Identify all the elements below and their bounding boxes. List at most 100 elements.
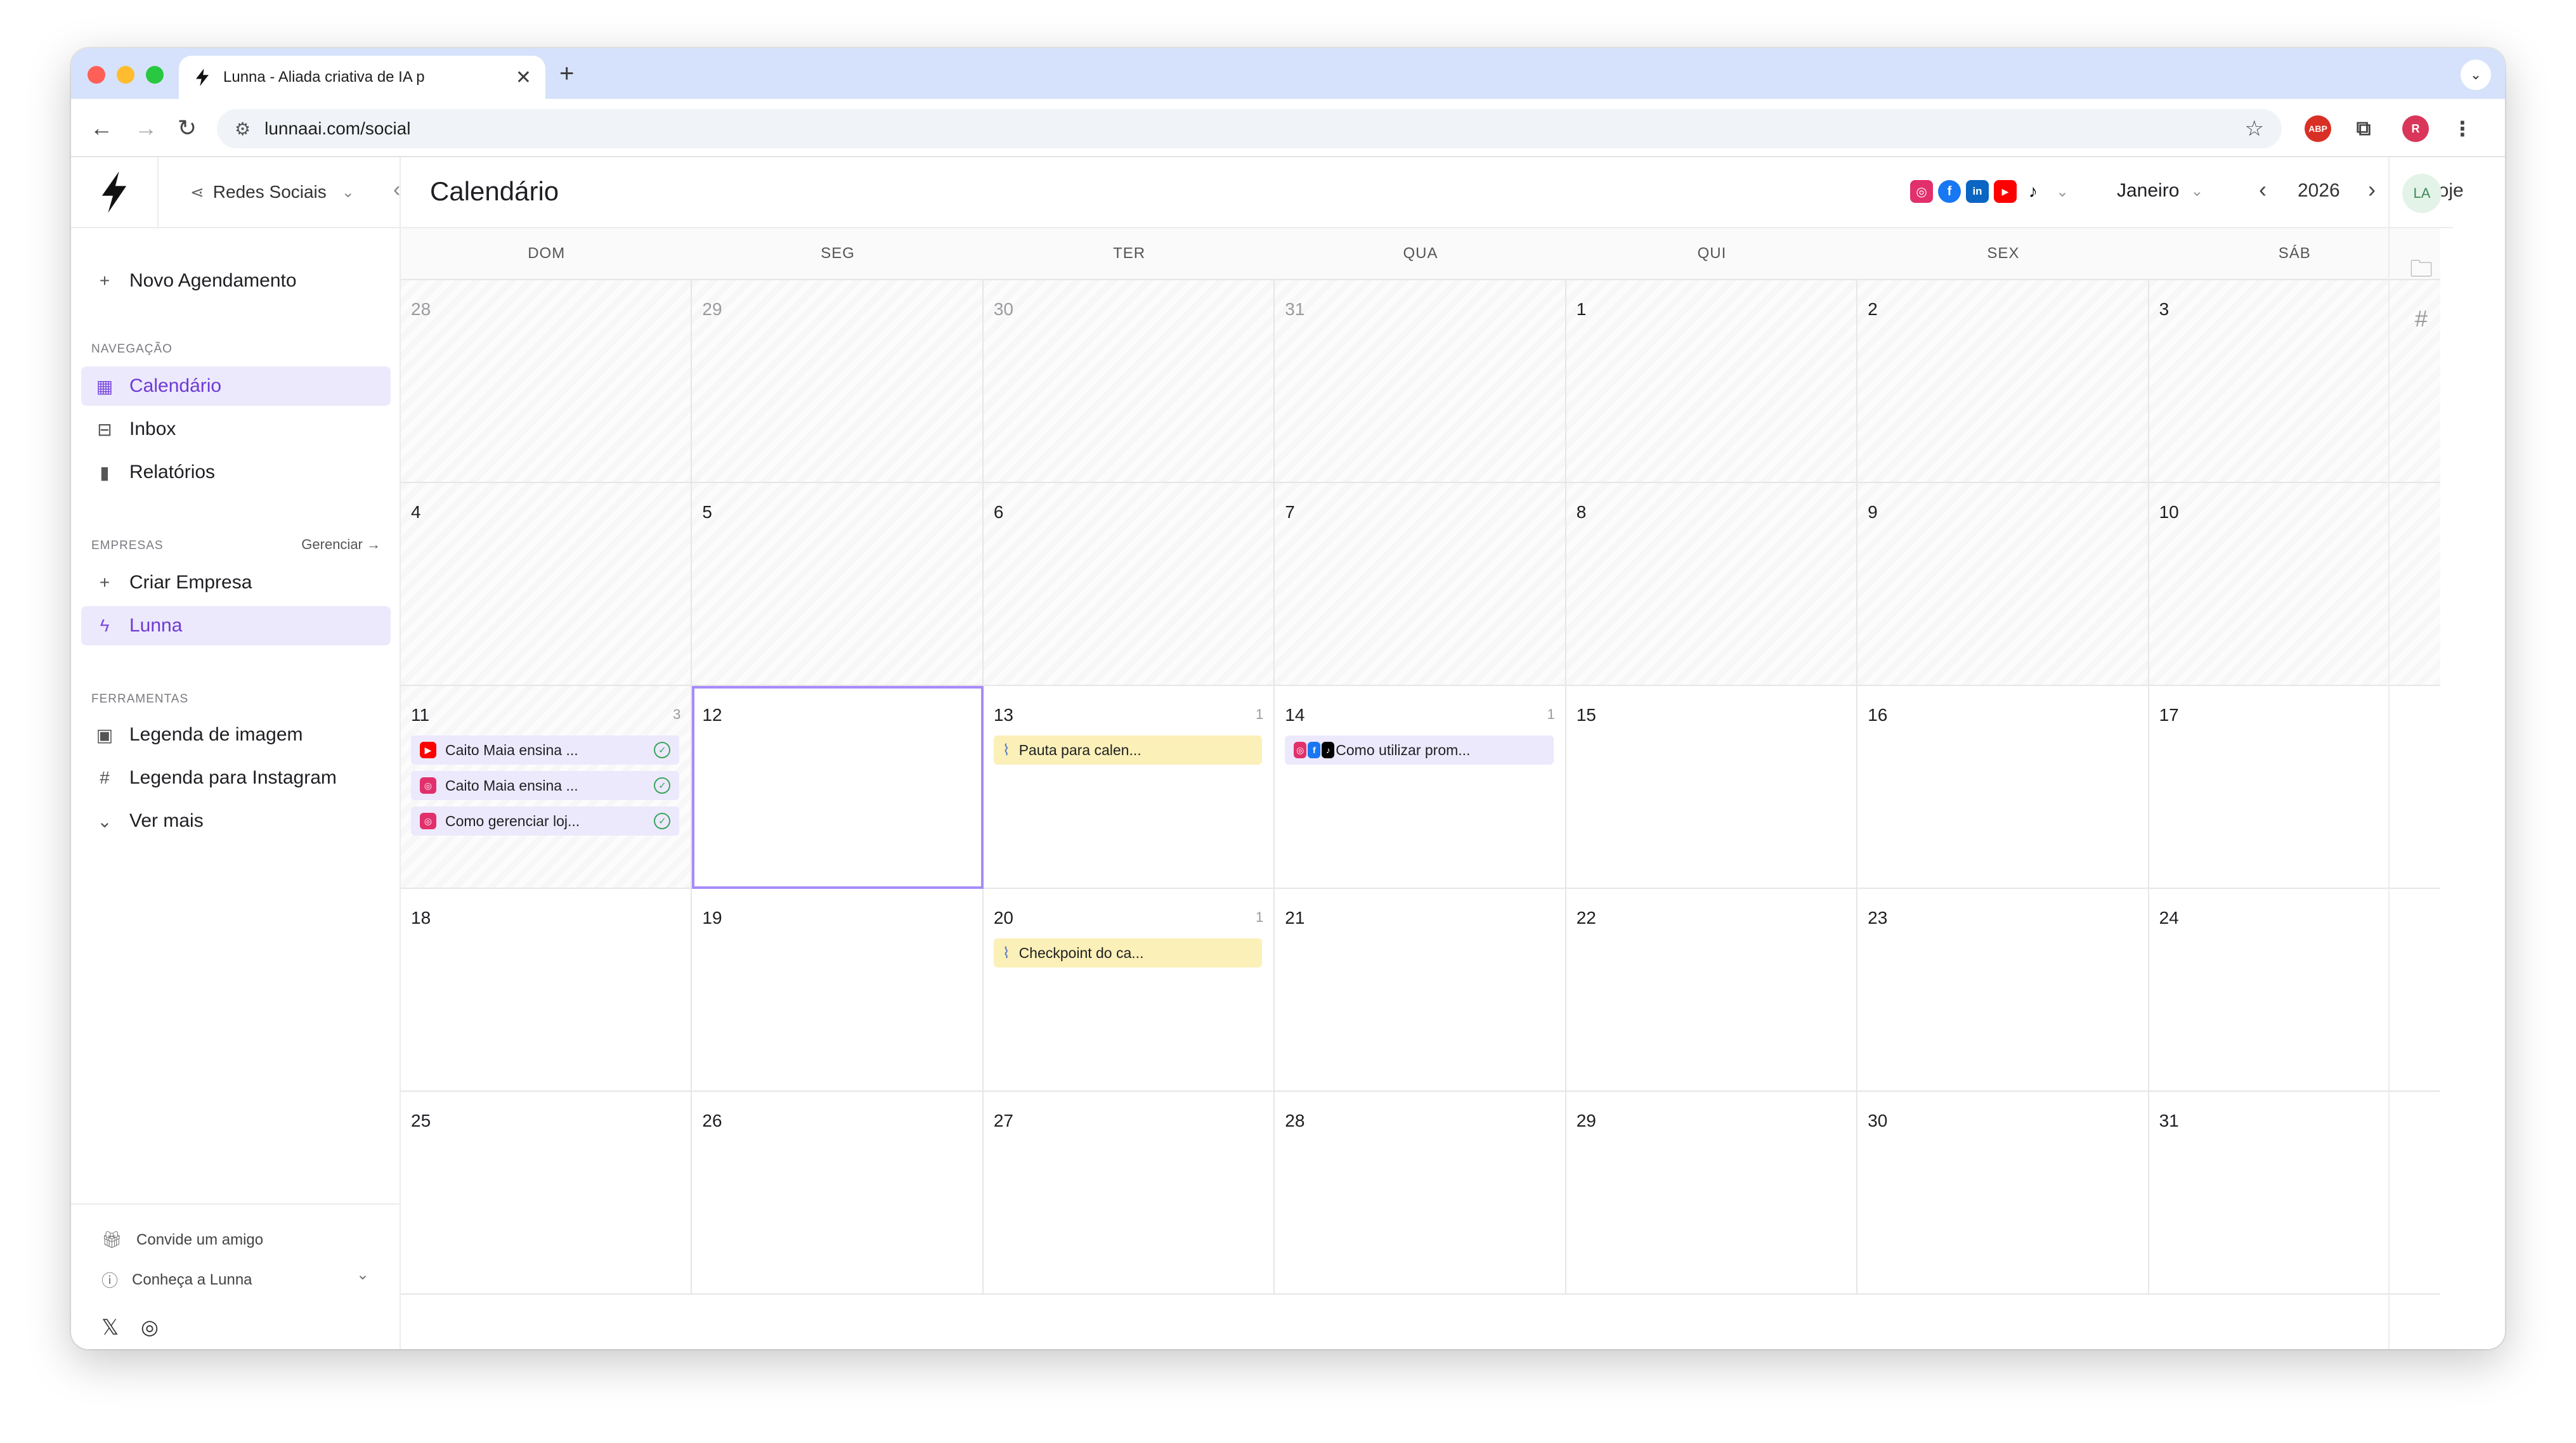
maximize-window-button[interactable] (146, 66, 164, 84)
calendar-day[interactable]: 20 1 ⌇ Checkpoint do ca... (983, 889, 1275, 1092)
workspace-selector[interactable]: ⋖ Redes Sociais ⌄ (159, 157, 401, 228)
calendar-day[interactable]: 5 (692, 483, 984, 686)
site-settings-icon[interactable]: ⚙ (235, 119, 250, 139)
calendar-day[interactable]: 28 (1275, 1092, 1566, 1295)
prev-year-button[interactable]: ‹ (2259, 176, 2267, 203)
calendar-main: ‹ Calendário ◎ f in ▶ ♪ ⌄ Janeiro ⌄ ‹ 20… (393, 157, 2464, 1349)
calendar-day[interactable]: 30 (1857, 1092, 2149, 1295)
profile-avatar[interactable]: R (2402, 115, 2429, 142)
hash-icon[interactable]: # (2390, 306, 2453, 332)
calendar-day[interactable]: 22 (1566, 889, 1858, 1092)
calendar-day[interactable]: 21 (1275, 889, 1566, 1092)
address-bar[interactable]: ⚙ lunnaai.com/social ☆ (217, 109, 2282, 148)
chevron-down-icon: ⌄ (2190, 182, 2204, 200)
bookmark-star-icon[interactable]: ☆ (2245, 116, 2264, 141)
calendar-day[interactable]: 30 (983, 280, 1275, 483)
create-company-label: Criar Empresa (129, 572, 252, 593)
sidebar-footer: 🎁︎ Convide um amigo ⓘ Conheça a Lunna ⌄ … (71, 1203, 400, 1349)
tab-strip: Lunna - Aliada criativa de IA p ✕ + ⌄ (71, 48, 2505, 99)
close-window-button[interactable] (88, 66, 105, 84)
calendar-day[interactable]: 26 (692, 1092, 984, 1295)
calendar-day[interactable]: 8 (1566, 483, 1858, 686)
inbox-icon: ⊟ (97, 419, 112, 439)
calendar-day[interactable]: 23 (1857, 889, 2149, 1092)
next-year-button[interactable]: › (2368, 176, 2376, 203)
create-company-button[interactable]: + Criar Empresa (81, 563, 391, 602)
network-filter[interactable]: ◎ f in ▶ ♪ ⌄ (1910, 180, 2069, 203)
invite-label: Convide um amigo (136, 1231, 264, 1248)
x-twitter-icon[interactable]: 𝕏 (101, 1315, 119, 1340)
calendar-event[interactable]: ⌇ Pauta para calen... (993, 735, 1263, 765)
calendar-day[interactable]: 28 (401, 280, 693, 483)
sidebar-item-company-lunna[interactable]: ϟ Lunna (81, 606, 391, 645)
calendar-day[interactable]: 9 (1857, 483, 2149, 686)
calendar-day[interactable]: 25 (401, 1092, 693, 1295)
chevron-down-icon: ⌄ (97, 811, 112, 831)
calendar-day[interactable]: 14 1 ◎ f ♪ Como utilizar prom... (1275, 686, 1566, 889)
tab-search-button[interactable]: ⌄ (2461, 60, 2491, 90)
new-tab-button[interactable]: + (559, 61, 574, 86)
new-schedule-button[interactable]: + Novo Agendamento (81, 261, 391, 301)
sidebar-item-calendar[interactable]: ▦ Calendário (81, 366, 391, 406)
paperclip-icon: ⌇ (1002, 944, 1010, 962)
calendar-day[interactable]: 19 (692, 889, 984, 1092)
day-number: 19 (702, 908, 722, 928)
calendar-event[interactable]: ◎ Como gerenciar loj... ✓ (411, 806, 680, 836)
discover-label: Conheça a Lunna (132, 1271, 252, 1288)
sidebar-item-see-more[interactable]: ⌄ Ver mais (81, 801, 391, 841)
folder-icon[interactable]: 🗀 (2390, 252, 2453, 291)
calendar-day[interactable]: 2 (1857, 280, 2149, 483)
calendar-day[interactable]: 11 3 ▶ Caito Maia ensina ... ✓ ◎ Caito Maia en… (401, 686, 693, 889)
day-number: 14 (1285, 705, 1305, 725)
calendar-day[interactable]: 13 1 ⌇ Pauta para calen... (983, 686, 1275, 889)
event-title: Como gerenciar loj... (445, 812, 580, 829)
calendar-day[interactable]: 1 (1566, 280, 1858, 483)
chevron-down-icon[interactable]: ⌄ (356, 1265, 369, 1284)
instagram-icon[interactable]: ◎ (141, 1315, 159, 1339)
adblock-extension-icon[interactable]: ABP (2305, 115, 2331, 142)
lunna-logo[interactable] (71, 157, 159, 228)
lightning-logo-icon (101, 171, 127, 213)
calendar-event[interactable]: ⌇ Checkpoint do ca... (993, 938, 1263, 967)
calendar-day[interactable]: 29 (1566, 1092, 1858, 1295)
sidebar-item-instagram-caption[interactable]: # Legenda para Instagram (81, 758, 391, 798)
sidebar-item-image-caption[interactable]: ▣ Legenda de imagem (81, 715, 391, 754)
calendar-day[interactable]: 18 (401, 889, 693, 1092)
calendar-day[interactable]: 31 (1275, 280, 1566, 483)
browser-tab[interactable]: Lunna - Aliada criativa de IA p ✕ (179, 56, 545, 99)
reload-button[interactable]: ↻ (178, 113, 197, 143)
minimize-window-button[interactable] (117, 66, 134, 84)
invite-friend-link[interactable]: 🎁︎ Convide um amigo (101, 1230, 263, 1250)
instagram-icon: ◎ (420, 777, 436, 794)
extensions-puzzle-icon[interactable]: ⧉ (2350, 115, 2377, 142)
collapse-sidebar-icon[interactable]: ‹ (393, 178, 400, 202)
tool-label: Ver mais (129, 810, 204, 831)
month-select[interactable]: Janeiro ⌄ (2117, 180, 2204, 202)
sidebar-item-inbox[interactable]: ⊟ Inbox (81, 410, 391, 449)
calendar-day[interactable]: 6 (983, 483, 1275, 686)
calendar-day[interactable]: 27 (983, 1092, 1275, 1295)
image-icon: ▣ (96, 725, 114, 745)
hash-icon: # (100, 768, 110, 787)
close-tab-icon[interactable]: ✕ (516, 67, 531, 89)
weekday-label: TER (1113, 245, 1146, 262)
calendar-day[interactable]: 7 (1275, 483, 1566, 686)
forward-button[interactable]: → (134, 113, 157, 143)
user-avatar[interactable]: LA (2402, 174, 2442, 213)
calendar-day[interactable]: 15 (1566, 686, 1858, 889)
sidebar-item-reports[interactable]: ▮ Relatórios (81, 453, 391, 492)
calendar-event[interactable]: ▶ Caito Maia ensina ... ✓ (411, 735, 680, 765)
browser-menu-icon[interactable]: ⋮ (2449, 115, 2476, 142)
calendar-day[interactable]: 16 (1857, 686, 2149, 889)
calendar-day[interactable]: 29 (692, 280, 984, 483)
calendar-event[interactable]: ◎ Caito Maia ensina ... ✓ (411, 771, 680, 800)
back-button[interactable]: ← (90, 113, 113, 143)
day-number: 31 (1285, 299, 1305, 319)
tool-label: Legenda de imagem (129, 724, 303, 745)
calendar-day-today[interactable]: 12 (692, 686, 984, 889)
calendar-day[interactable]: 4 (401, 483, 693, 686)
discover-lunna-link[interactable]: ⓘ Conheça a Lunna (101, 1268, 252, 1291)
calendar-event[interactable]: ◎ f ♪ Como utilizar prom... (1285, 735, 1554, 765)
facebook-icon: f (1308, 742, 1321, 758)
manage-companies-link[interactable]: Gerenciar → (301, 536, 381, 553)
